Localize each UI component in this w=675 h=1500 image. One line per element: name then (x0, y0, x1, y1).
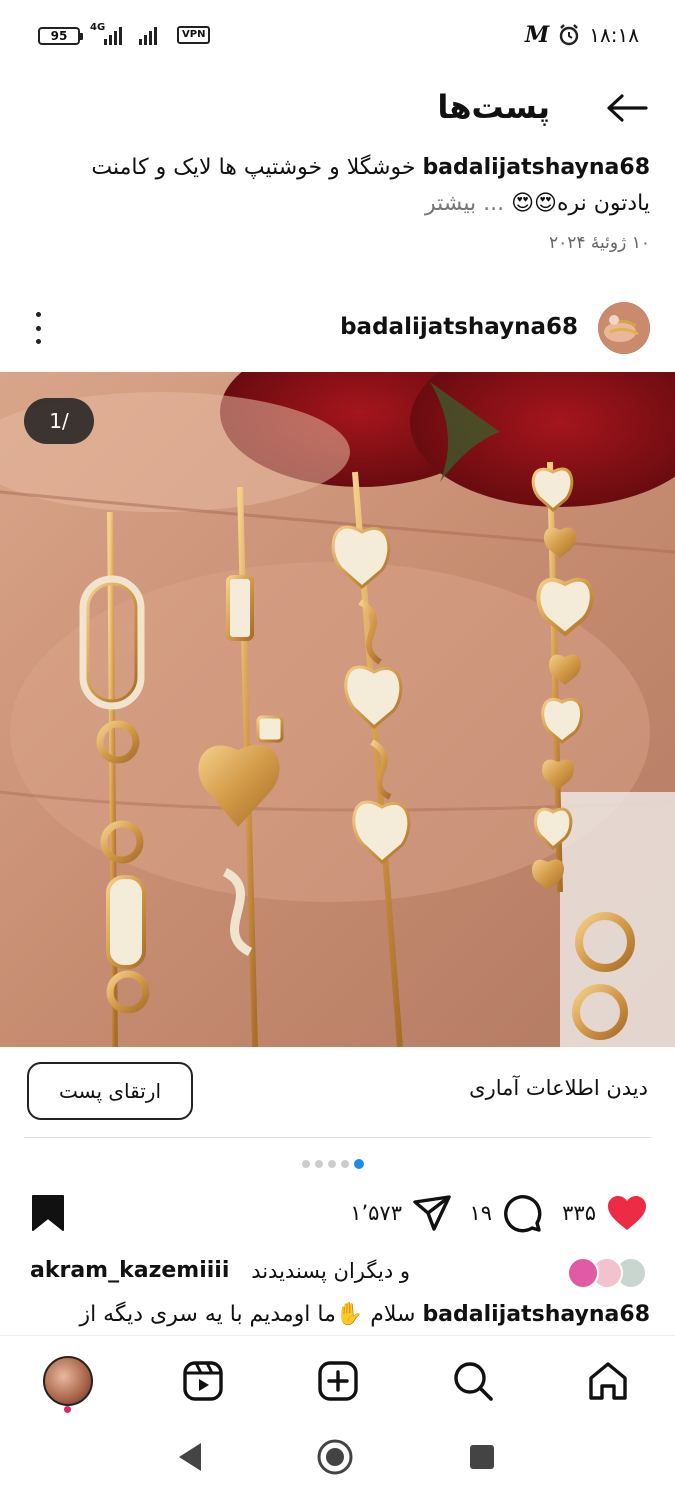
signal-icon (104, 25, 122, 45)
share-count: ۱٬۵۷۳ (350, 1201, 402, 1225)
divider (24, 1137, 651, 1138)
vpn-icon: VPN (177, 26, 211, 44)
image-counter: 1/ (24, 398, 94, 444)
m-logo-icon: M (524, 22, 550, 48)
share-button[interactable]: ۱٬۵۷۳ (350, 1190, 452, 1236)
back-button[interactable] (604, 88, 650, 128)
more-vertical-icon[interactable] (28, 312, 48, 344)
home-button[interactable] (581, 1354, 635, 1408)
boost-post-button[interactable]: ارتقای پست (27, 1062, 193, 1120)
carousel-dot (341, 1160, 349, 1168)
network-type: 4G (90, 22, 106, 33)
avatar (567, 1257, 599, 1289)
reels-icon (183, 1361, 223, 1401)
liked-by-row: و دیگران پسندیدند akram_kazemiiii (0, 1255, 675, 1293)
profile-avatar (43, 1356, 93, 1406)
search-button[interactable] (446, 1354, 500, 1408)
post-date: ۱۰ ژوئیهٔ ۲۰۲۴ (549, 233, 650, 253)
post-caption-preview: badalijatshayna68 سلام ✋ما اومدیم با یه … (30, 1298, 650, 1338)
top-bar: پست‌ها (0, 80, 675, 140)
engagement-bar: ۳۳۵ ۱۹ ۱٬۵۷۳ (0, 1190, 675, 1236)
status-bar: 95 4G VPN M ۱۸:۱۸ (0, 0, 675, 70)
carousel-dots (302, 1159, 364, 1169)
comment-icon (504, 1195, 542, 1233)
battery-level: 95 (50, 29, 68, 43)
more-link[interactable]: ... بیشتر (425, 191, 504, 216)
avatar-image (598, 302, 650, 354)
avatar[interactable] (598, 302, 650, 354)
post-caption: badalijatshayna68 خوشگلا و خوشتیپ ها لای… (60, 150, 650, 222)
system-back-icon[interactable] (175, 1441, 205, 1473)
profile-button[interactable] (41, 1354, 95, 1408)
page-title: پست‌ها (437, 88, 550, 126)
arrow-left-icon (607, 94, 648, 122)
battery-icon: 95 (38, 27, 83, 45)
caption-username[interactable]: badalijatshayna68 (422, 155, 650, 180)
liked-by-text: و دیگران پسندیدند (251, 1259, 410, 1283)
jewelry-photo (0, 372, 675, 1047)
bottom-nav (0, 1335, 675, 1425)
home-icon (589, 1362, 627, 1400)
bookmark-icon (32, 1195, 64, 1231)
save-button[interactable] (30, 1194, 66, 1236)
liked-by-avatars[interactable] (563, 1257, 647, 1291)
system-home-icon[interactable] (316, 1438, 354, 1476)
post-header: badalijatshayna68 (0, 300, 675, 356)
liked-by-username[interactable]: akram_kazemiiii (30, 1258, 229, 1283)
carousel-dot (328, 1160, 336, 1168)
like-button[interactable]: ۳۳۵ (562, 1190, 648, 1236)
post-username[interactable]: badalijatshayna68 (340, 314, 578, 340)
system-recents-icon[interactable] (468, 1443, 496, 1471)
create-icon (318, 1361, 358, 1401)
view-insights-link[interactable]: دیدن اطلاعات آماری (469, 1076, 648, 1100)
post-actions: دیدن اطلاعات آماری ارتقای پست (0, 1060, 675, 1122)
alarm-icon (560, 24, 579, 46)
system-nav (0, 1425, 675, 1500)
caption-text: سلام ✋ما اومدیم با یه سری دیگه از (79, 1302, 416, 1327)
carousel-dot (315, 1160, 323, 1168)
carousel-dot-active (354, 1159, 364, 1169)
comment-button[interactable]: ۱۹ (469, 1190, 542, 1236)
heart-icon (608, 1196, 646, 1230)
status-right: M ۱۸:۱۸ (525, 22, 639, 48)
send-icon (413, 1195, 451, 1231)
notification-dot (64, 1406, 71, 1413)
caption-username[interactable]: badalijatshayna68 (422, 1302, 650, 1327)
create-button[interactable] (311, 1354, 365, 1408)
signal-icon (139, 25, 157, 45)
comment-count: ۱۹ (469, 1201, 492, 1225)
like-count: ۳۳۵ (562, 1201, 596, 1225)
carousel-dot (302, 1160, 310, 1168)
search-icon (454, 1362, 493, 1401)
reels-button[interactable] (176, 1354, 230, 1408)
post-image[interactable] (0, 372, 675, 1047)
clock: ۱۸:۱۸ (589, 23, 639, 47)
